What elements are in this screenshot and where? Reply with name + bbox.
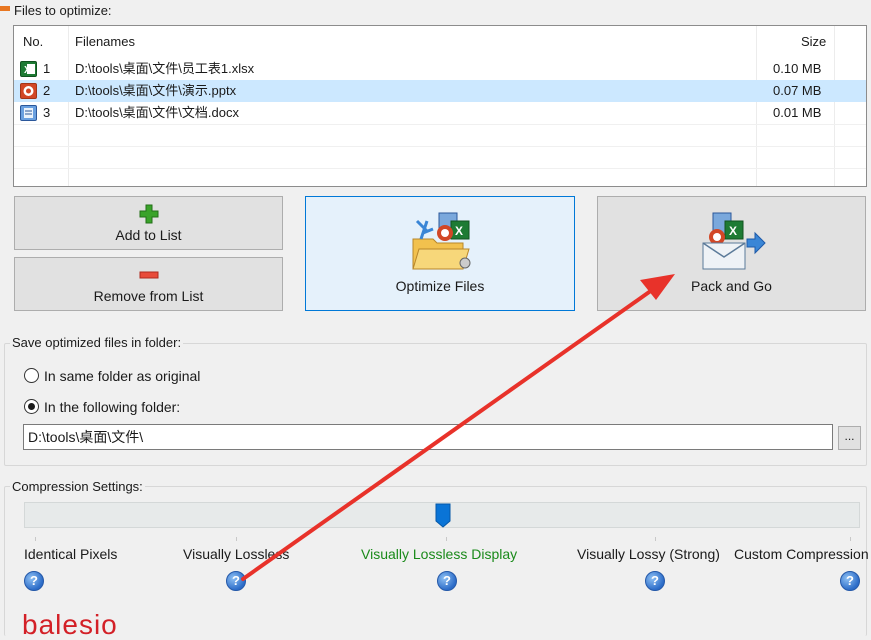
add-to-list-label: Add to List [115, 227, 182, 243]
file-table[interactable]: No. Filenames Size X 1 D:\tools\桌面\文件\员工… [13, 25, 867, 187]
row-divider [14, 124, 866, 125]
balesio-logo: balesio [22, 610, 118, 640]
row-filename: D:\tools\桌面\文件\演示.pptx [75, 83, 237, 98]
help-icon[interactable]: ? [437, 571, 457, 591]
level-visually-lossless[interactable]: Visually Lossless [183, 546, 289, 562]
slider-thumb[interactable] [435, 503, 451, 528]
slider-tick [655, 537, 656, 541]
row-number: 2 [43, 83, 51, 98]
slider-tick [850, 537, 851, 541]
svg-text:X: X [455, 224, 463, 238]
slider-tick [236, 537, 237, 541]
table-row[interactable]: X 1 D:\tools\桌面\文件\员工表1.xlsx 0.10 MB [14, 58, 866, 80]
row-size: 0.01 MB [773, 105, 822, 120]
optimize-files-icon: X [412, 212, 471, 270]
row-divider [14, 146, 866, 147]
browse-folder-button[interactable]: ... [838, 426, 861, 450]
table-row[interactable]: 3 D:\tools\桌面\文件\文档.docx 0.01 MB [14, 102, 866, 124]
help-icon[interactable]: ? [24, 571, 44, 591]
svg-text:X: X [24, 65, 31, 76]
balesio-logo-text: balesio [22, 609, 118, 640]
pack-and-go-label: Pack and Go [691, 278, 772, 294]
folder-path-field[interactable]: D:\tools\桌面\文件\ [23, 424, 833, 450]
add-to-list-button[interactable]: Add to List [14, 196, 283, 250]
table-row-selected[interactable]: 2 D:\tools\桌面\文件\演示.pptx 0.07 MB [14, 80, 866, 102]
compression-group-legend: Compression Settings: [10, 479, 145, 494]
save-group-legend: Save optimized files in folder: [10, 335, 184, 350]
row-filename: D:\tools\桌面\文件\员工表1.xlsx [75, 61, 255, 76]
column-header-size[interactable]: Size [801, 31, 826, 53]
remove-from-list-label: Remove from List [93, 288, 204, 304]
level-identical-pixels[interactable]: Identical Pixels [24, 546, 117, 562]
help-icon[interactable]: ? [840, 571, 860, 591]
optimize-files-label: Optimize Files [395, 278, 485, 294]
row-size: 0.10 MB [773, 61, 822, 76]
level-custom-compression[interactable]: Custom Compression [734, 546, 869, 562]
help-icon[interactable]: ? [226, 571, 246, 591]
column-header-no[interactable]: No. [23, 31, 43, 53]
level-visually-lossy-strong[interactable]: Visually Lossy (Strong) [577, 546, 720, 562]
files-group-legend: Files to optimize: [12, 3, 114, 18]
optimize-files-button[interactable]: X Optimize Files [305, 196, 575, 311]
help-icon[interactable]: ? [645, 571, 665, 591]
following-folder-label[interactable]: In the following folder: [44, 399, 180, 415]
remove-from-list-button[interactable]: Remove from List [14, 257, 283, 311]
column-header-filenames[interactable]: Filenames [75, 31, 135, 53]
svg-text:X: X [729, 224, 737, 238]
plus-icon [139, 204, 159, 224]
pack-and-go-icon: X [702, 212, 766, 270]
word-file-icon [20, 105, 37, 121]
excel-file-icon: X [20, 61, 37, 77]
row-divider [14, 168, 866, 169]
level-visually-lossless-display[interactable]: Visually Lossless Display [361, 546, 517, 562]
following-folder-radio[interactable] [24, 399, 39, 414]
minus-icon [139, 271, 159, 279]
row-number: 3 [43, 105, 51, 120]
row-size: 0.07 MB [773, 83, 822, 98]
same-folder-label[interactable]: In same folder as original [44, 368, 200, 384]
table-header: No. Filenames Size [14, 31, 866, 53]
powerpoint-file-icon [20, 83, 37, 99]
slider-tick [35, 537, 36, 541]
slider-tick [446, 537, 447, 541]
row-filename: D:\tools\桌面\文件\文档.docx [75, 105, 239, 120]
same-folder-radio[interactable] [24, 368, 39, 383]
pack-and-go-button[interactable]: X Pack and Go [597, 196, 866, 311]
row-number: 1 [43, 61, 51, 76]
